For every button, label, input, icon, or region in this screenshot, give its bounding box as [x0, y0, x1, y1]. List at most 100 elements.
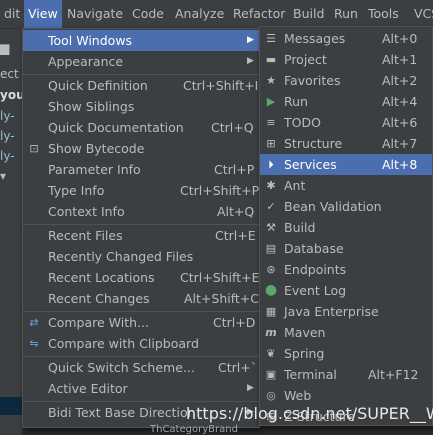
java-enterprise-icon: ▦: [265, 305, 277, 318]
menu-item-structure[interactable]: ⊞ Structure Alt+7: [260, 133, 432, 154]
menu-item-label: Recently Changed Files: [48, 249, 194, 264]
selected-row: [0, 397, 22, 415]
menu-item-todo[interactable]: ≡ TODO Alt+6: [260, 112, 432, 133]
submenu-arrow-icon: ▶: [247, 383, 254, 393]
menu-item-messages[interactable]: ☰ Messages Alt+0: [260, 28, 432, 49]
event-log-icon: ●: [264, 282, 278, 298]
menu-build[interactable]: Build: [289, 0, 328, 28]
menu-item-tool-windows[interactable]: Tool Windows ▶: [23, 30, 259, 51]
run-icon: ▶: [266, 95, 276, 108]
menu-item-quick-definition[interactable]: Quick Definition Ctrl+Shift+I: [23, 75, 259, 96]
menu-item-project[interactable]: ▬ Project Alt+1: [260, 49, 432, 70]
spring-icon: ❦: [266, 347, 276, 360]
menu-item-label: Favorites: [284, 73, 341, 88]
menu-item-label: Structure: [284, 136, 343, 151]
menu-code[interactable]: Code: [128, 0, 168, 28]
menu-item-java-enterprise[interactable]: ▦ Java Enterprise: [260, 301, 432, 322]
pane-text: ly-: [0, 129, 15, 143]
bytecode-icon: ⊡: [29, 142, 39, 155]
menu-item-event-log[interactable]: ● Event Log: [260, 280, 432, 301]
editor-tab-label: ThCategoryBrand: [150, 424, 238, 435]
maven-icon: m: [265, 326, 277, 339]
menu-item-context-info[interactable]: Context Info Alt+Q: [23, 201, 259, 222]
terminal-icon: ▣: [265, 368, 277, 381]
tool-windows-submenu: ☰ Messages Alt+0 ▬ Project Alt+1 ★ Favor…: [259, 26, 433, 426]
compare-clipboard-icon: ⇋: [29, 337, 39, 350]
compare-icon: ⇄: [29, 316, 39, 329]
shortcut-label: Alt+Shift+C: [184, 291, 260, 306]
menu-item-run[interactable]: ▶ Run Alt+4: [260, 91, 432, 112]
submenu-arrow-icon: ▶: [247, 56, 254, 66]
menu-item-label: Compare With...: [48, 315, 149, 330]
folder-icon: ▬: [265, 53, 277, 66]
menu-item-label: Web: [284, 388, 312, 403]
menu-item-label: Bidi Text Base Direction: [48, 405, 196, 420]
menu-item-label: Build: [284, 220, 316, 235]
menu-item-label: Quick Switch Scheme...: [48, 360, 195, 375]
shortcut-label: Alt+8: [382, 157, 418, 172]
menu-item-label: Database: [284, 241, 344, 256]
menu-item-services[interactable]: ⏵ Services Alt+8: [260, 154, 432, 175]
menu-item-spring[interactable]: ❦ Spring: [260, 343, 432, 364]
menu-item-ant[interactable]: ✱ Ant: [260, 175, 432, 196]
shortcut-label: Alt+Q: [217, 204, 255, 219]
pane-text: you: [0, 88, 25, 102]
menu-item-label: Services: [284, 157, 337, 172]
menu-analyze[interactable]: Analyze: [171, 0, 228, 28]
menu-item-recent-files[interactable]: Recent Files Ctrl+E: [23, 225, 259, 246]
project-pane-edge: ▆ ect you ly- ly- ly- ▾: [0, 29, 25, 435]
menu-item-label: Endpoints: [284, 262, 347, 277]
menu-item-terminal[interactable]: ▣ Terminal Alt+F12: [260, 364, 432, 385]
watermark: https://blog.csdn.net/SUPER__W: [186, 404, 433, 423]
menu-item-label: Quick Documentation: [48, 120, 184, 135]
shortcut-label: Alt+2: [382, 73, 418, 88]
menu-item-appearance[interactable]: Appearance ▶: [23, 51, 259, 72]
menu-view[interactable]: View: [24, 0, 62, 28]
menu-item-compare-with-clipboard[interactable]: ⇋ Compare with Clipboard: [23, 333, 259, 354]
menu-item-show-siblings[interactable]: Show Siblings: [23, 96, 259, 117]
menu-item-endpoints[interactable]: ⊛ Endpoints: [260, 259, 432, 280]
menu-item-build[interactable]: ⚒ Build: [260, 217, 432, 238]
endpoints-icon: ⊛: [266, 263, 276, 276]
menu-tools[interactable]: Tools: [364, 0, 403, 28]
folder-icon: ▆: [0, 41, 10, 55]
folder-icon: ▾: [0, 169, 7, 183]
structure-icon: ⊞: [266, 137, 276, 150]
menu-item-quick-switch-scheme[interactable]: Quick Switch Scheme... Ctrl+`: [23, 357, 259, 378]
menu-item-label: Context Info: [48, 204, 125, 219]
menu-item-recent-changes[interactable]: Recent Changes Alt+Shift+C: [23, 288, 259, 309]
submenu-arrow-icon: ▶: [247, 35, 254, 45]
ant-icon: ✱: [266, 179, 276, 192]
menu-vcs[interactable]: VCS: [410, 0, 433, 28]
menu-item-label: Messages: [284, 31, 346, 46]
menu-item-label: TODO: [284, 115, 321, 130]
menu-refactor[interactable]: Refactor: [229, 0, 289, 28]
shortcut-label: Alt+4: [382, 94, 418, 109]
menu-item-type-info[interactable]: Type Info Ctrl+Shift+P: [23, 180, 259, 201]
shortcut-label: Ctrl+Shift+E: [180, 270, 260, 285]
menu-item-parameter-info[interactable]: Parameter Info Ctrl+P: [23, 159, 259, 180]
menu-run[interactable]: Run: [330, 0, 362, 28]
messages-icon: ☰: [266, 32, 276, 45]
menu-navigate[interactable]: Navigate: [63, 0, 127, 28]
menu-item-recently-changed-files[interactable]: Recently Changed Files: [23, 246, 259, 267]
menu-item-show-bytecode[interactable]: ⊡ Show Bytecode: [23, 138, 259, 159]
database-icon: ▤: [265, 242, 277, 255]
menu-edit[interactable]: dit: [0, 0, 24, 28]
menu-item-database[interactable]: ▤ Database: [260, 238, 432, 259]
menu-item-active-editor[interactable]: Active Editor ▶: [23, 378, 259, 399]
shortcut-label: Alt+0: [382, 31, 418, 46]
menu-item-bean-validation[interactable]: ✓ Bean Validation: [260, 196, 432, 217]
menu-item-label: Compare with Clipboard: [48, 336, 199, 351]
menu-item-label: Type Info: [48, 183, 105, 198]
menu-item-label: Recent Changes: [48, 291, 150, 306]
menu-item-quick-documentation[interactable]: Quick Documentation Ctrl+Q: [23, 117, 259, 138]
menu-item-maven[interactable]: m Maven: [260, 322, 432, 343]
menu-item-web[interactable]: ◎ Web: [260, 385, 432, 406]
menu-item-label: Show Siblings: [48, 99, 135, 114]
menu-item-compare-with[interactable]: ⇄ Compare With... Ctrl+D: [23, 312, 259, 333]
menu-item-favorites[interactable]: ★ Favorites Alt+2: [260, 70, 432, 91]
menu-item-recent-locations[interactable]: Recent Locations Ctrl+Shift+E: [23, 267, 260, 288]
pane-text: ect: [0, 67, 19, 81]
shortcut-label: Ctrl+Shift+P: [180, 183, 260, 198]
